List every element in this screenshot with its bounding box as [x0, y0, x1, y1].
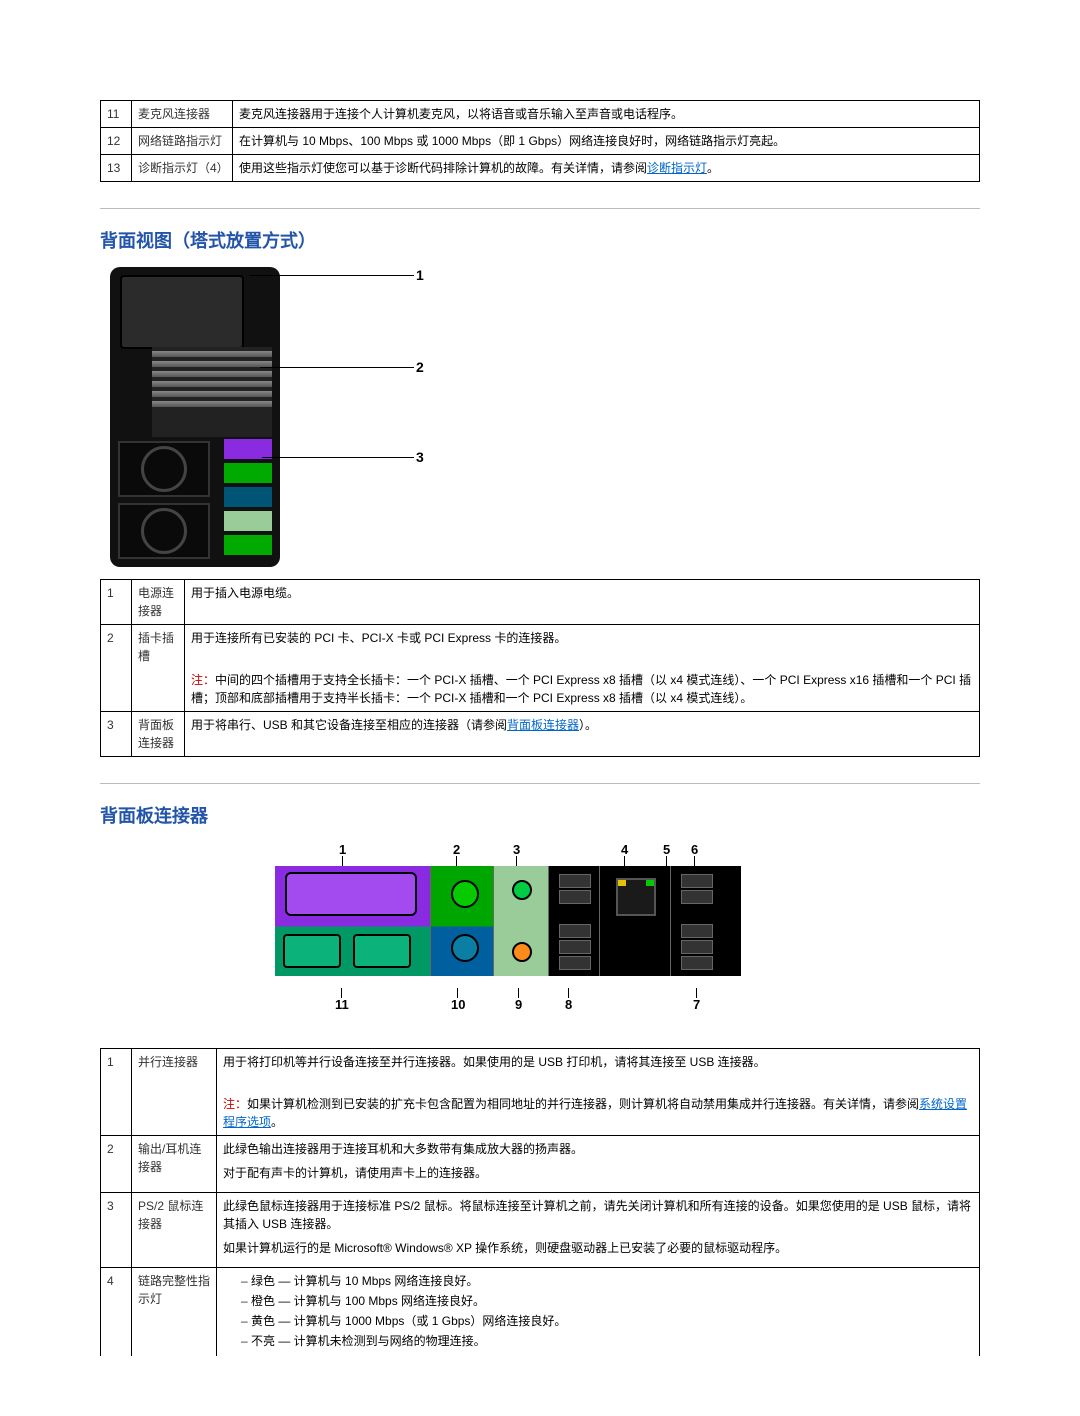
table-row: 4 链路完整性指示灯 绿色 — 计算机与 10 Mbps 网络连接良好。 橙色 …	[101, 1268, 980, 1357]
label-1: 1	[339, 842, 346, 857]
table-row: 2 输出/耳机连接器 此绿色输出连接器用于连接耳机和大多数带有集成放大器的扬声器…	[101, 1136, 980, 1193]
psu	[120, 275, 244, 349]
usb-block-1	[549, 866, 600, 976]
diagnostic-lights-link[interactable]: 诊断指示灯	[647, 161, 707, 175]
row-num: 2	[101, 625, 132, 712]
row-name: 输出/耳机连接器	[132, 1136, 217, 1193]
label-4: 4	[621, 842, 628, 857]
label-8: 8	[565, 997, 572, 1012]
fans	[118, 441, 210, 559]
usb-block-2	[671, 866, 741, 976]
note-label: 注：	[191, 673, 215, 687]
row-name: PS/2 鼠标连接器	[132, 1193, 217, 1268]
panel-body	[275, 866, 805, 976]
row-desc: 在计算机与 10 Mbps、100 Mbps 或 1000 Mbps（即 1 G…	[233, 128, 980, 155]
desc-pre: 用于将串行、USB 和其它设备连接至相应的连接器（请参阅	[191, 718, 507, 732]
note-text: 中间的四个插槽用于支持全长插卡：一个 PCI-X 插槽、一个 PCI Expre…	[191, 673, 971, 705]
desc-main: 用于将打印机等并行设备连接至并行连接器。如果使用的是 USB 打印机，请将其连接…	[223, 1053, 973, 1071]
desc-post: 。	[707, 161, 719, 175]
row-desc: 绿色 — 计算机与 10 Mbps 网络连接良好。 橙色 — 计算机与 100 …	[217, 1268, 980, 1357]
back-view-table: 1 电源连接器 用于插入电源电缆。 2 插卡插槽 用于连接所有已安装的 PCI …	[100, 579, 980, 757]
card-slots	[152, 347, 272, 437]
row-num: 4	[101, 1268, 132, 1357]
row-name: 电源连接器	[132, 580, 185, 625]
row-desc: 麦克风连接器用于连接个人计算机麦克风，以将语音或音乐输入至声音或电话程序。	[233, 101, 980, 128]
row-desc: 用于将打印机等并行设备连接至并行连接器。如果使用的是 USB 打印机，请将其连接…	[217, 1049, 980, 1136]
table-row: 1 并行连接器 用于将打印机等并行设备连接至并行连接器。如果使用的是 USB 打…	[101, 1049, 980, 1136]
row-num: 1	[101, 580, 132, 625]
row-name: 诊断指示灯（4）	[132, 155, 233, 182]
label-10: 10	[451, 997, 465, 1012]
row-desc: 使用这些指示灯使您可以基于诊断代码排除计算机的故障。有关详情，请参阅诊断指示灯。	[233, 155, 980, 182]
desc-1: 此绿色鼠标连接器用于连接标准 PS/2 鼠标。将鼠标连接至计算机之前，请先关闭计…	[223, 1197, 973, 1233]
callout-1: 1	[416, 267, 424, 283]
ps2-block	[431, 866, 494, 976]
desc-pre: 使用这些指示灯使您可以基于诊断代码排除计算机的故障。有关详情，请参阅	[239, 161, 647, 175]
divider	[100, 783, 980, 784]
row-desc: 用于连接所有已安装的 PCI 卡、PCI-X 卡或 PCI Express 卡的…	[185, 625, 980, 712]
back-panel-heading: 背面板连接器	[100, 802, 980, 828]
back-panel-connectors-link[interactable]: 背面板连接器	[507, 718, 579, 732]
row-desc: 用于插入电源电缆。	[185, 580, 980, 625]
back-view-diagram: 1 2 3	[110, 267, 470, 567]
label-3: 3	[513, 842, 520, 857]
front-continued-table: 11 麦克风连接器 麦克风连接器用于连接个人计算机麦克风，以将语音或音乐输入至声…	[100, 100, 980, 182]
row-desc: 此绿色输出连接器用于连接耳机和大多数带有集成放大器的扬声器。 对于配有声卡的计算…	[217, 1136, 980, 1193]
note-post: 。	[271, 1115, 283, 1129]
row-name: 网络链路指示灯	[132, 128, 233, 155]
table-row: 11 麦克风连接器 麦克风连接器用于连接个人计算机麦克风，以将语音或音乐输入至声…	[101, 101, 980, 128]
table-row: 13 诊断指示灯（4） 使用这些指示灯使您可以基于诊断代码排除计算机的故障。有关…	[101, 155, 980, 182]
label-7: 7	[693, 997, 700, 1012]
status-list: 绿色 — 计算机与 10 Mbps 网络连接良好。 橙色 — 计算机与 100 …	[223, 1272, 973, 1352]
network-block	[600, 866, 671, 976]
row-name: 插卡插槽	[132, 625, 185, 712]
note-pre: 如果计算机检测到已安装的扩充卡包含配置为相同地址的并行连接器，则计算机将自动禁用…	[247, 1097, 919, 1111]
back-view-heading: 背面视图（塔式放置方式）	[100, 227, 980, 253]
list-item: 黄色 — 计算机与 1000 Mbps（或 1 Gbps）网络连接良好。	[241, 1312, 973, 1332]
back-panel-diagram: 1 2 3 4 5 6	[275, 842, 805, 1012]
desc-1: 此绿色输出连接器用于连接耳机和大多数带有集成放大器的扬声器。	[223, 1140, 973, 1158]
row-num: 2	[101, 1136, 132, 1193]
table-row: 1 电源连接器 用于插入电源电缆。	[101, 580, 980, 625]
table-row: 3 PS/2 鼠标连接器 此绿色鼠标连接器用于连接标准 PS/2 鼠标。将鼠标连…	[101, 1193, 980, 1268]
note-label: 注：	[223, 1097, 247, 1111]
callout-3: 3	[416, 449, 424, 465]
row-num: 3	[101, 1193, 132, 1268]
divider	[100, 208, 980, 209]
label-6: 6	[691, 842, 698, 857]
row-num: 11	[101, 101, 132, 128]
row-name: 并行连接器	[132, 1049, 217, 1136]
row-num: 1	[101, 1049, 132, 1136]
audio-block	[494, 866, 549, 976]
label-11: 11	[335, 997, 349, 1012]
desc-2: 对于配有声卡的计算机，请使用声卡上的连接器。	[223, 1164, 973, 1182]
list-item: 橙色 — 计算机与 100 Mbps 网络连接良好。	[241, 1292, 973, 1312]
row-desc: 用于将串行、USB 和其它设备连接至相应的连接器（请参阅背面板连接器）。	[185, 712, 980, 757]
table-row: 12 网络链路指示灯 在计算机与 10 Mbps、100 Mbps 或 1000…	[101, 128, 980, 155]
row-name: 链路完整性指示灯	[132, 1268, 217, 1357]
row-num: 12	[101, 128, 132, 155]
desc-main: 用于连接所有已安装的 PCI 卡、PCI-X 卡或 PCI Express 卡的…	[191, 629, 973, 647]
row-desc: 此绿色鼠标连接器用于连接标准 PS/2 鼠标。将鼠标连接至计算机之前，请先关闭计…	[217, 1193, 980, 1268]
list-item: 绿色 — 计算机与 10 Mbps 网络连接良好。	[241, 1272, 973, 1292]
label-5: 5	[663, 842, 670, 857]
row-name: 麦克风连接器	[132, 101, 233, 128]
row-num: 3	[101, 712, 132, 757]
label-2: 2	[453, 842, 460, 857]
row-num: 13	[101, 155, 132, 182]
tower-illustration	[110, 267, 280, 567]
label-9: 9	[515, 997, 522, 1012]
table-row: 3 背面板连接器 用于将串行、USB 和其它设备连接至相应的连接器（请参阅背面板…	[101, 712, 980, 757]
callout-2: 2	[416, 359, 424, 375]
parallel-serial-block	[275, 866, 431, 976]
list-item: 不亮 — 计算机未检测到与网络的物理连接。	[241, 1332, 973, 1352]
page: 11 麦克风连接器 麦克风连接器用于连接个人计算机麦克风，以将语音或音乐输入至声…	[100, 0, 980, 1416]
desc-2: 如果计算机运行的是 Microsoft® Windows® XP 操作系统，则硬…	[223, 1239, 973, 1257]
connector-table: 1 并行连接器 用于将打印机等并行设备连接至并行连接器。如果使用的是 USB 打…	[100, 1048, 980, 1356]
row-name: 背面板连接器	[132, 712, 185, 757]
desc-post: ）。	[579, 718, 597, 732]
table-row: 2 插卡插槽 用于连接所有已安装的 PCI 卡、PCI-X 卡或 PCI Exp…	[101, 625, 980, 712]
